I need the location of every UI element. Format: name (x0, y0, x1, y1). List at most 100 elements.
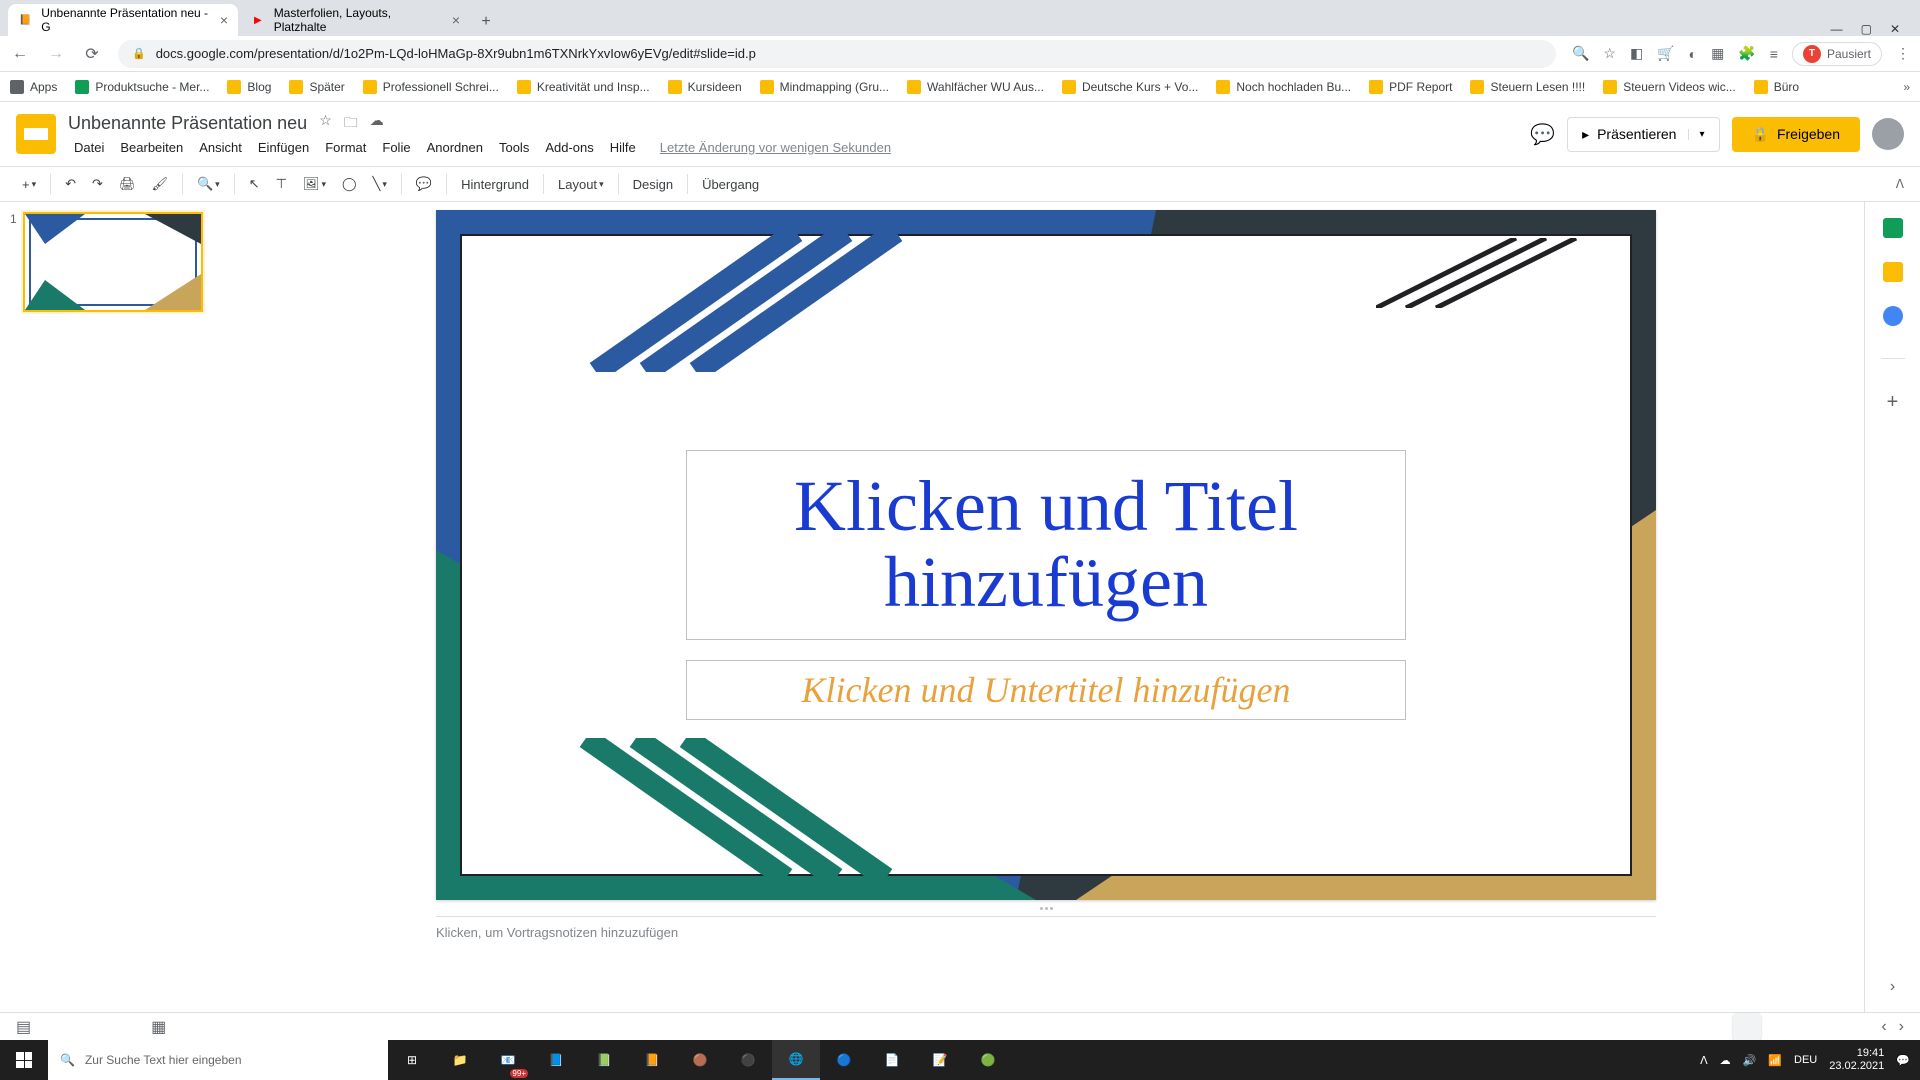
move-icon[interactable]: 🗀 (344, 112, 358, 136)
menu-anordnen[interactable]: Anordnen (421, 138, 489, 157)
browser-tab[interactable]: ▶ Masterfolien, Layouts, Platzhalte × (240, 4, 470, 36)
browser-tab-active[interactable]: 📙 Unbenannte Präsentation neu - G × (8, 4, 238, 36)
print-button[interactable]: 🖨 (113, 172, 142, 196)
volume-icon[interactable]: 🔊 (1743, 1054, 1757, 1067)
close-icon[interactable]: × (220, 12, 228, 28)
collapse-toolbar-icon[interactable]: ᐱ (1896, 177, 1904, 191)
menu-icon[interactable]: ⋮ (1896, 45, 1910, 62)
tray-chevron-icon[interactable]: ᐱ (1700, 1054, 1708, 1067)
subtitle-placeholder[interactable]: Klicken und Untertitel hinzufügen (686, 660, 1406, 720)
prev-slide-icon[interactable]: ‹ (1881, 1018, 1886, 1036)
powerpoint-icon[interactable]: 📙 (628, 1040, 676, 1080)
word-icon[interactable]: 📘 (532, 1040, 580, 1080)
app-icon[interactable]: 📄 (868, 1040, 916, 1080)
url-input[interactable]: 🔒 docs.google.com/presentation/d/1o2Pm-L… (118, 40, 1556, 68)
comment-button[interactable]: 💬 (410, 172, 438, 196)
bookmark-item[interactable]: Kursideen (668, 80, 742, 94)
reload-button[interactable]: ⟳ (82, 44, 102, 64)
slide-thumbnail[interactable] (23, 212, 203, 312)
language-indicator[interactable]: DEU (1794, 1054, 1817, 1066)
title-placeholder[interactable]: Klicken und Titel hinzufügen (686, 450, 1406, 640)
menu-hilfe[interactable]: Hilfe (604, 138, 642, 157)
minimize-icon[interactable]: — (1831, 22, 1843, 36)
bookmark-item[interactable]: Kreativität und Insp... (517, 80, 650, 94)
extension-icon[interactable]: ▦ (1711, 45, 1724, 62)
bookmark-item[interactable]: Produktsuche - Mer... (75, 80, 209, 94)
start-button[interactable] (0, 1040, 48, 1080)
extension-icon[interactable]: 🛒 (1657, 45, 1674, 62)
chrome-icon[interactable]: 🌐 (772, 1040, 820, 1080)
bookmark-item[interactable]: Steuern Videos wic... (1603, 80, 1736, 94)
undo-button[interactable]: ↶ (59, 172, 82, 196)
maximize-icon[interactable]: ▢ (1861, 22, 1872, 36)
zoom-button[interactable]: 🔍▾ (191, 172, 226, 196)
image-tool[interactable]: 🖼▾ (297, 172, 332, 196)
edge-icon[interactable]: 🔵 (820, 1040, 868, 1080)
explorer-icon[interactable]: 📁 (436, 1040, 484, 1080)
zoom-icon[interactable]: 🔍 (1572, 45, 1589, 62)
filmstrip-view-icon[interactable]: ▤ (16, 1017, 31, 1037)
profile-avatar[interactable] (1872, 118, 1904, 150)
close-icon[interactable]: ✕ (1890, 22, 1900, 36)
extension-icon[interactable]: ◐ (1689, 46, 1697, 62)
extension-icon[interactable]: ◧ (1630, 45, 1643, 62)
bookmark-item[interactable]: Steuern Lesen !!!! (1470, 80, 1585, 94)
close-icon[interactable]: × (452, 12, 460, 28)
taskbar-search[interactable]: 🔍 Zur Suche Text hier eingeben (48, 1040, 388, 1080)
background-button[interactable]: Hintergrund (455, 173, 535, 196)
menu-tools[interactable]: Tools (493, 138, 535, 157)
calendar-icon[interactable] (1883, 218, 1903, 238)
notifications-icon[interactable]: 💬 (1896, 1054, 1910, 1067)
line-tool[interactable]: ╲▾ (367, 172, 393, 196)
share-button[interactable]: 🔒 Freigeben (1732, 117, 1860, 152)
app-icon[interactable]: 🟤 (676, 1040, 724, 1080)
comments-icon[interactable]: 💬 (1530, 122, 1555, 147)
obs-icon[interactable]: ⚫ (724, 1040, 772, 1080)
explore-button[interactable] (1733, 1013, 1761, 1041)
forward-button[interactable]: → (46, 45, 66, 63)
document-title[interactable]: Unbenannte Präsentation neu (68, 113, 307, 134)
select-tool[interactable]: ↖ (243, 172, 266, 196)
slide-canvas[interactable]: Klicken und Titel hinzufügen Klicken und… (436, 210, 1656, 900)
menu-einfuegen[interactable]: Einfügen (252, 138, 315, 157)
menu-ansicht[interactable]: Ansicht (193, 138, 248, 157)
bookmark-item[interactable]: Deutsche Kurs + Vo... (1062, 80, 1198, 94)
shape-tool[interactable]: ◯ (336, 172, 363, 196)
design-button[interactable]: Design (627, 173, 679, 196)
transition-button[interactable]: Übergang (696, 173, 765, 196)
mail-icon[interactable]: 📧99+ (484, 1040, 532, 1080)
bookmark-item[interactable]: PDF Report (1369, 80, 1452, 94)
excel-icon[interactable]: 📗 (580, 1040, 628, 1080)
profile-paused-pill[interactable]: T Pausiert (1792, 42, 1882, 66)
chevron-down-icon[interactable]: ▾ (1688, 129, 1704, 140)
menu-folie[interactable]: Folie (376, 138, 416, 157)
spotify-icon[interactable]: 🟢 (964, 1040, 1012, 1080)
new-tab-button[interactable]: + (472, 8, 500, 36)
paint-format-button[interactable]: 🖌 (145, 172, 174, 196)
tasks-icon[interactable] (1883, 306, 1903, 326)
bookmark-item[interactable]: Blog (227, 80, 271, 94)
last-change-text[interactable]: Letzte Änderung vor wenigen Sekunden (654, 138, 897, 157)
redo-button[interactable]: ↷ (86, 172, 109, 196)
speaker-notes[interactable]: Klicken, um Vortragsnotizen hinzuzufügen (436, 916, 1656, 1012)
bookmark-item[interactable]: Büro (1754, 80, 1799, 94)
reading-list-icon[interactable]: ≡ (1770, 46, 1778, 62)
onedrive-icon[interactable]: ☁ (1720, 1054, 1731, 1067)
apps-button[interactable]: Apps (10, 80, 57, 94)
next-slide-icon[interactable]: › (1899, 1018, 1904, 1036)
present-button[interactable]: ▸ Präsentieren ▾ (1567, 117, 1719, 152)
menu-addons[interactable]: Add-ons (539, 138, 599, 157)
cloud-icon[interactable]: ☁ (370, 112, 384, 136)
clock[interactable]: 19:41 23.02.2021 (1829, 1047, 1884, 1073)
star-icon[interactable]: ☆ (319, 112, 332, 136)
task-view-icon[interactable]: ⊞ (388, 1040, 436, 1080)
textbox-tool[interactable]: ⊤ (270, 172, 293, 196)
bookmark-item[interactable]: Professionell Schrei... (363, 80, 499, 94)
menu-datei[interactable]: Datei (68, 138, 110, 157)
bookmark-item[interactable]: Wahlfächer WU Aus... (907, 80, 1044, 94)
layout-button[interactable]: Layout▾ (552, 173, 610, 196)
bookmark-item[interactable]: Mindmapping (Gru... (760, 80, 889, 94)
notepad-icon[interactable]: 📝 (916, 1040, 964, 1080)
menu-bearbeiten[interactable]: Bearbeiten (114, 138, 189, 157)
slides-logo-icon[interactable] (16, 114, 56, 154)
